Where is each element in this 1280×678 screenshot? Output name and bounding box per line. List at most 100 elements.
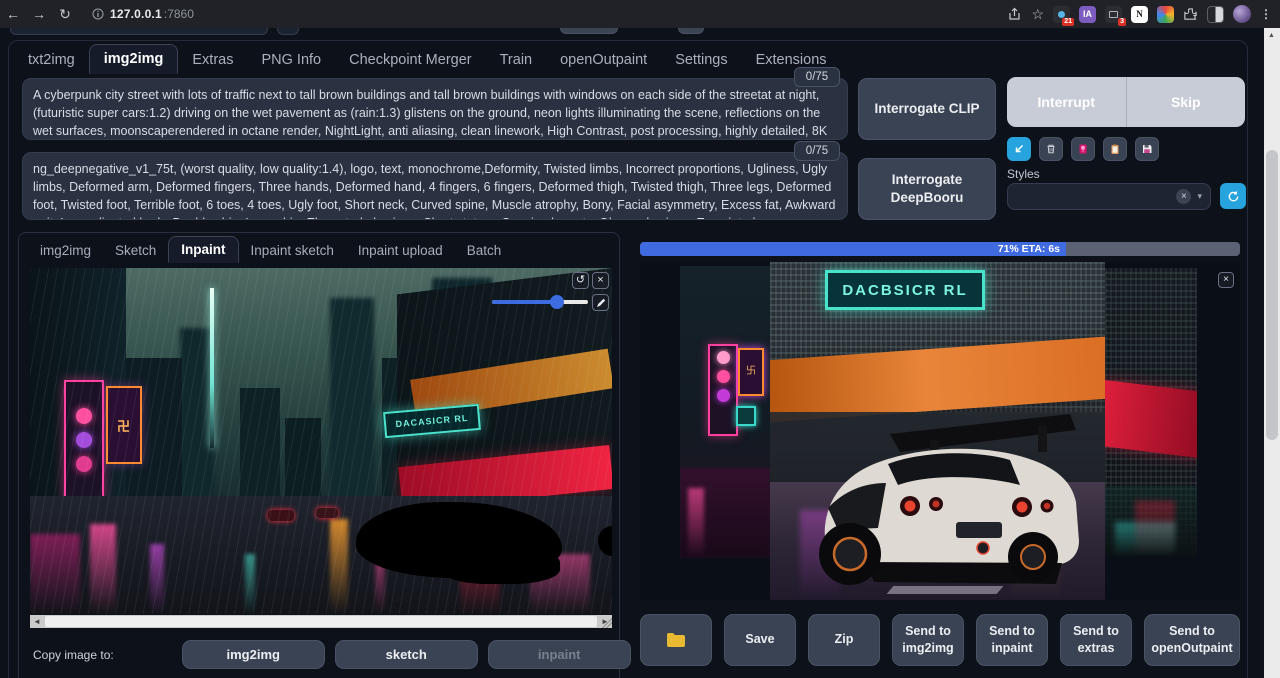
copy-to-img2img-button[interactable]: img2img	[182, 640, 325, 669]
clipboard-icon	[1109, 143, 1121, 155]
browser-menu-icon[interactable]: ⋮	[1260, 7, 1272, 21]
open-folder-button[interactable]	[640, 614, 712, 666]
webui-page: txt2img img2img Extras PNG Info Checkpoi…	[0, 28, 1280, 678]
clear-image-icon[interactable]: ×	[592, 272, 609, 289]
paste-generation-params-button[interactable]	[1007, 137, 1031, 161]
neon-sign: 卐	[738, 348, 764, 396]
progress-label: 71% ETA: 6s	[998, 243, 1060, 255]
prompt-input[interactable]: A cyberpunk city street with lots of tra…	[22, 78, 848, 140]
interrogate-clip-button[interactable]: Interrogate CLIP	[858, 78, 996, 140]
refresh-styles-button[interactable]	[1220, 183, 1246, 209]
canvas-horizontal-scrollbar[interactable]: ◄ ►	[30, 615, 612, 628]
generation-progress-bar: 71% ETA: 6s	[640, 242, 1240, 256]
apply-style-button[interactable]	[1103, 137, 1127, 161]
traffic-light-lamp	[717, 389, 730, 402]
extension-icon-2[interactable]: 3	[1105, 6, 1122, 23]
refresh-icon	[1227, 190, 1240, 203]
extensions-puzzle-icon[interactable]	[1183, 7, 1198, 22]
share-icon[interactable]	[1007, 7, 1022, 22]
close-preview-icon[interactable]: ×	[1218, 272, 1234, 288]
preview-left-slice: 卐	[680, 266, 770, 558]
styles-label: Styles	[1007, 167, 1040, 181]
url-port: :7860	[164, 7, 194, 21]
send-to-img2img-button[interactable]: Send to img2img	[892, 614, 964, 666]
scrollbar-thumb[interactable]	[45, 616, 597, 627]
clear-prompt-button[interactable]	[1039, 137, 1063, 161]
brush-size-slider[interactable]	[492, 300, 588, 304]
traffic-light-lamp	[717, 370, 730, 383]
traffic-light	[708, 344, 738, 436]
send-to-openoutpaint-button[interactable]: Send to openOutpaint	[1144, 614, 1240, 666]
tab-inpaint-sketch[interactable]: Inpaint sketch	[239, 238, 346, 263]
generation-preview[interactable]: 卐 DACBSICR RL	[640, 262, 1240, 600]
floppy-disk-icon	[1141, 143, 1153, 155]
extension-icon-1[interactable]: 21	[1053, 6, 1070, 23]
address-bar[interactable]: 127.0.0.1:7860	[92, 7, 1007, 21]
main-tab-bar: txt2img img2img Extras PNG Info Checkpoi…	[14, 42, 841, 74]
save-button[interactable]: Save	[724, 614, 796, 666]
tab-batch[interactable]: Batch	[455, 238, 514, 263]
copy-to-inpaint-button[interactable]: inpaint	[488, 640, 631, 669]
extension-icon-ia[interactable]: IA	[1079, 6, 1096, 23]
copy-image-label: Copy image to:	[33, 648, 114, 662]
resize-handle-icon[interactable]	[600, 616, 612, 628]
tab-img2img-sub[interactable]: img2img	[28, 238, 103, 263]
sidebar-toggle-icon[interactable]	[1207, 6, 1224, 23]
interrogate-deepbooru-button[interactable]: Interrogate DeepBooru	[858, 158, 996, 220]
reload-icon[interactable]: ↻	[52, 6, 78, 23]
interrupt-button[interactable]: Interrupt	[1007, 77, 1126, 127]
send-to-extras-button[interactable]: Send to extras	[1060, 614, 1132, 666]
save-style-button[interactable]	[1135, 137, 1159, 161]
forward-icon[interactable]: →	[26, 6, 52, 22]
scroll-up-icon[interactable]: ▲	[1268, 32, 1275, 39]
extra-networks-button[interactable]	[1071, 137, 1095, 161]
back-icon[interactable]: ←	[0, 6, 26, 22]
traffic-light-lamp	[717, 351, 730, 364]
scrollbar-thumb[interactable]	[1266, 150, 1278, 440]
send-to-inpaint-button[interactable]: Send to inpaint	[976, 614, 1048, 666]
tab-extras[interactable]: Extras	[178, 46, 247, 74]
notion-icon[interactable]: N	[1131, 6, 1148, 23]
tab-checkpoint-merger[interactable]: Checkpoint Merger	[335, 46, 486, 74]
tab-settings[interactable]: Settings	[661, 46, 741, 74]
tab-png-info[interactable]: PNG Info	[247, 46, 335, 74]
button-fragment	[560, 28, 618, 34]
trash-icon	[1045, 143, 1057, 155]
app-window: ← → ↻ 127.0.0.1:7860 ☆ 21 IA 3 N ⋮	[0, 0, 1280, 678]
reflection-streak	[1135, 501, 1175, 556]
profile-avatar[interactable]	[1233, 5, 1251, 23]
checkpoint-dropdown-fragment	[10, 28, 268, 35]
styles-dropdown[interactable]: × ▾	[1007, 183, 1211, 210]
tab-img2img[interactable]: img2img	[89, 44, 179, 74]
undo-sketch-icon[interactable]: ↺	[572, 272, 589, 289]
negative-prompt-input[interactable]: ng_deepnegative_v1_75t, (worst quality, …	[22, 152, 848, 220]
skip-button[interactable]: Skip	[1127, 77, 1246, 127]
tab-openoutpaint[interactable]: openOutpaint	[546, 46, 661, 74]
tab-train[interactable]: Train	[486, 46, 547, 74]
tab-inpaint-upload[interactable]: Inpaint upload	[346, 238, 455, 263]
copy-image-row: Copy image to: img2img sketch inpaint	[33, 640, 631, 669]
scroll-left-icon[interactable]: ◄	[30, 617, 44, 626]
browser-scrollbar[interactable]: ▲	[1264, 28, 1280, 678]
bookmark-star-icon[interactable]: ☆	[1031, 6, 1044, 23]
pen-glyph	[596, 298, 606, 308]
folder-icon	[666, 632, 686, 648]
clear-styles-icon[interactable]: ×	[1176, 189, 1191, 204]
chevron-down-icon[interactable]: ▾	[1197, 191, 1202, 202]
preview-center-image: DACBSICR RL	[770, 262, 1105, 600]
arrow-down-left-icon	[1013, 143, 1025, 155]
colorful-extension-icon[interactable]	[1157, 6, 1174, 23]
inpaint-canvas[interactable]: 卍 DACASICR RL	[30, 268, 612, 614]
tab-sketch[interactable]: Sketch	[103, 238, 168, 263]
browser-toolbar: ← → ↻ 127.0.0.1:7860 ☆ 21 IA 3 N ⋮	[0, 0, 1280, 28]
brush-icon[interactable]	[592, 294, 609, 311]
red-banner	[1105, 380, 1197, 459]
progress-fill: 71% ETA: 6s	[640, 242, 1066, 256]
tab-txt2img[interactable]: txt2img	[14, 46, 89, 74]
tab-inpaint[interactable]: Inpaint	[168, 236, 238, 263]
zip-button[interactable]: Zip	[808, 614, 880, 666]
flower-card-icon	[1077, 143, 1089, 155]
extension-badge: 21	[1062, 18, 1074, 26]
copy-to-sketch-button[interactable]: sketch	[335, 640, 478, 669]
refresh-button-fragment	[277, 28, 299, 35]
